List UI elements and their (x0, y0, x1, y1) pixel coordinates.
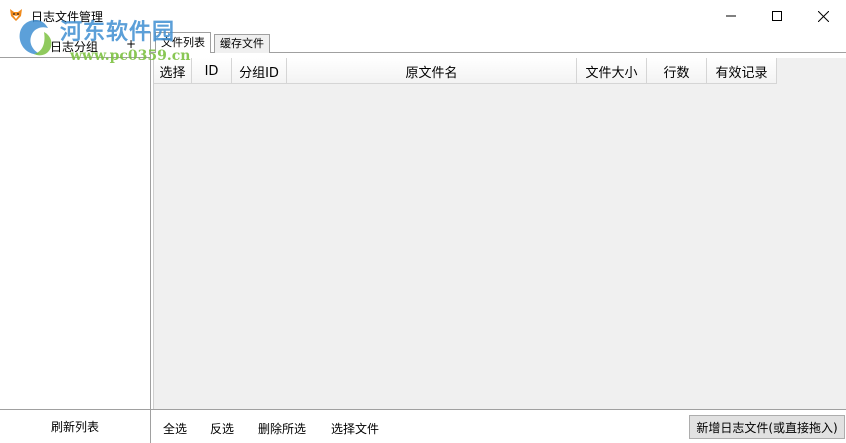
maximize-icon (772, 11, 782, 21)
tab-bar: 文件列表 缓存文件 (151, 32, 846, 53)
file-table[interactable]: 选择 ID 分组ID 原文件名 文件大小 行数 有效记录 (153, 58, 846, 409)
tab-file-list[interactable]: 文件列表 (155, 32, 211, 53)
action-bar: 全选 反选 删除所选 选择文件 新增日志文件(或直接拖入) (151, 409, 846, 443)
refresh-list-label: 刷新列表 (50, 420, 99, 434)
select-all-button[interactable]: 全选 (163, 420, 187, 437)
table-header: 选择 ID 分组ID 原文件名 文件大小 行数 有效记录 (154, 58, 777, 84)
group-list[interactable] (0, 59, 150, 409)
add-group-button[interactable]: + (126, 37, 136, 51)
add-log-file-label: 新增日志文件(或直接拖入) (696, 420, 838, 435)
column-valid-records[interactable]: 有效记录 (707, 58, 777, 84)
close-icon (817, 10, 829, 22)
fox-icon (10, 9, 22, 21)
minimize-icon (726, 15, 736, 17)
group-header-label: 日志分组 (50, 40, 99, 54)
invert-selection-button[interactable]: 反选 (210, 420, 234, 437)
group-panel: 日志分组 + 刷新列表 (0, 32, 151, 443)
close-button[interactable] (800, 0, 846, 32)
column-group-id[interactable]: 分组ID (232, 58, 287, 84)
minimize-button[interactable] (708, 0, 754, 32)
tab-cache-files[interactable]: 缓存文件 (214, 34, 270, 53)
select-file-button[interactable]: 选择文件 (331, 420, 379, 437)
refresh-list-button[interactable]: 刷新列表 (0, 409, 150, 443)
column-id[interactable]: ID (192, 58, 232, 84)
maximize-button[interactable] (754, 0, 800, 32)
add-log-file-button[interactable]: 新增日志文件(或直接拖入) (689, 415, 845, 439)
column-line-count[interactable]: 行数 (647, 58, 707, 84)
group-panel-header: 日志分组 + (0, 32, 150, 58)
column-original-filename[interactable]: 原文件名 (287, 58, 577, 84)
column-select[interactable]: 选择 (154, 58, 192, 84)
title-bar[interactable]: 日志文件管理 (0, 0, 846, 32)
delete-selected-button[interactable]: 删除所选 (258, 420, 306, 437)
column-file-size[interactable]: 文件大小 (577, 58, 647, 84)
window-title: 日志文件管理 (31, 10, 104, 24)
